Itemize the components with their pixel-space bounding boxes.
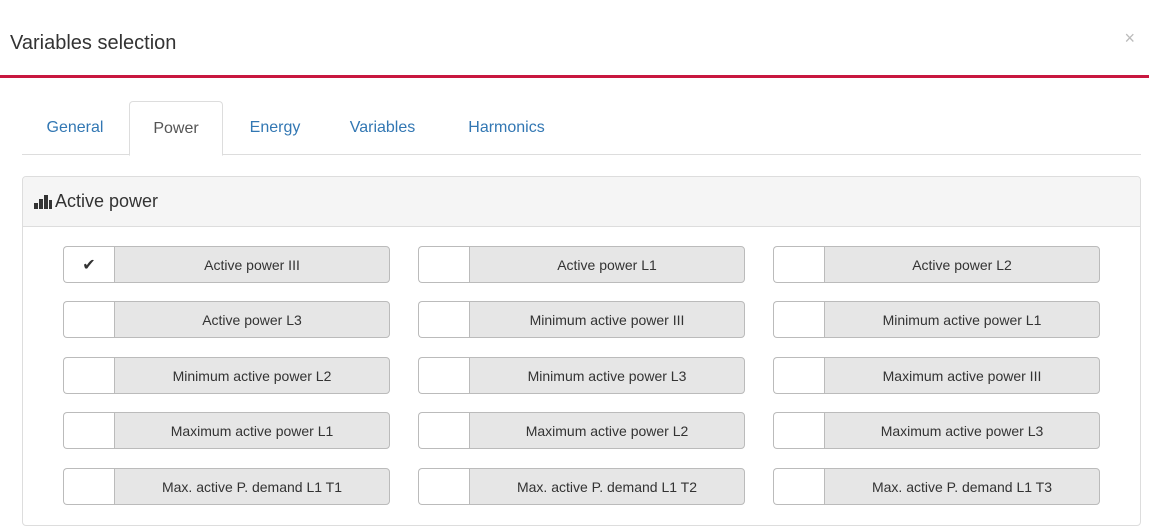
variable-label[interactable]: Max. active P. demand L1 T1 bbox=[114, 468, 390, 505]
tab-variables[interactable]: Variables bbox=[327, 101, 438, 155]
dialog-title: Variables selection bbox=[10, 32, 177, 54]
variable-label[interactable]: Minimum active power L2 bbox=[114, 357, 390, 394]
checkbox[interactable] bbox=[418, 468, 469, 505]
checkbox[interactable] bbox=[63, 412, 114, 449]
dialog-header: Variables selection × bbox=[0, 8, 1149, 78]
variable-toggle[interactable]: Minimum active power L2 bbox=[63, 357, 390, 394]
checkbox[interactable] bbox=[773, 246, 824, 283]
variable-label[interactable]: Active power L2 bbox=[824, 246, 1100, 283]
variable-label[interactable]: Maximum active power L3 bbox=[824, 412, 1100, 449]
tab-power[interactable]: Power bbox=[129, 101, 223, 156]
variable-toggle[interactable]: Max. active P. demand L1 T3 bbox=[773, 468, 1100, 505]
checkbox[interactable] bbox=[773, 357, 824, 394]
variable-toggle[interactable]: Maximum active power L2 bbox=[418, 412, 745, 449]
close-button[interactable]: × bbox=[1124, 28, 1135, 49]
checkbox[interactable] bbox=[63, 468, 114, 505]
active-power-panel: Active power ✔ Active power III Active pow… bbox=[22, 176, 1141, 526]
variable-toggle[interactable]: Max. active P. demand L1 T2 bbox=[418, 468, 745, 505]
variable-toggle[interactable]: Minimum active power L1 bbox=[773, 301, 1100, 338]
bar-chart-icon bbox=[34, 195, 52, 209]
panel-title: Active power bbox=[55, 191, 159, 211]
variable-label[interactable]: Maximum active power L2 bbox=[469, 412, 745, 449]
variable-toggle[interactable]: Minimum active power III bbox=[418, 301, 745, 338]
variable-label[interactable]: Minimum active power L3 bbox=[469, 357, 745, 394]
tab-harmonics[interactable]: Harmonics bbox=[446, 101, 567, 155]
checkbox[interactable] bbox=[63, 301, 114, 338]
variable-toggle[interactable]: Active power L2 bbox=[773, 246, 1100, 283]
variable-label[interactable]: Max. active P. demand L1 T2 bbox=[469, 468, 745, 505]
variable-toggle[interactable]: ✔ Active power III bbox=[63, 246, 390, 283]
checkbox[interactable] bbox=[773, 412, 824, 449]
variables-selection-dialog: Variables selection × General Power Ener… bbox=[0, 0, 1149, 526]
tab-energy[interactable]: Energy bbox=[224, 101, 326, 155]
variable-label[interactable]: Active power III bbox=[114, 246, 390, 283]
checkbox[interactable] bbox=[418, 301, 469, 338]
variable-toggle[interactable]: Maximum active power L3 bbox=[773, 412, 1100, 449]
variable-toggle[interactable]: Max. active P. demand L1 T1 bbox=[63, 468, 390, 505]
checkmark-icon[interactable]: ✔ bbox=[63, 246, 114, 283]
checkbox[interactable] bbox=[63, 357, 114, 394]
variable-label[interactable]: Maximum active power L1 bbox=[114, 412, 390, 449]
tab-bar: General Power Energy Variables Harmonics bbox=[22, 101, 1141, 156]
variable-toggle[interactable]: Active power L3 bbox=[63, 301, 390, 338]
checkbox[interactable] bbox=[418, 246, 469, 283]
variable-label[interactable]: Maximum active power III bbox=[824, 357, 1100, 394]
variable-label[interactable]: Minimum active power L1 bbox=[824, 301, 1100, 338]
checkbox[interactable] bbox=[418, 357, 469, 394]
panel-heading: Active power bbox=[23, 177, 1140, 227]
variable-label[interactable]: Active power L1 bbox=[469, 246, 745, 283]
variable-toggle[interactable]: Minimum active power L3 bbox=[418, 357, 745, 394]
variable-label[interactable]: Active power L3 bbox=[114, 301, 390, 338]
checkbox[interactable] bbox=[773, 301, 824, 338]
variable-toggle[interactable]: Maximum active power L1 bbox=[63, 412, 390, 449]
variable-label[interactable]: Max. active P. demand L1 T3 bbox=[824, 468, 1100, 505]
checkbox[interactable] bbox=[418, 412, 469, 449]
tab-general[interactable]: General bbox=[22, 101, 128, 155]
variable-toggle[interactable]: Active power L1 bbox=[418, 246, 745, 283]
variable-toggle[interactable]: Maximum active power III bbox=[773, 357, 1100, 394]
checkbox[interactable] bbox=[773, 468, 824, 505]
variable-label[interactable]: Minimum active power III bbox=[469, 301, 745, 338]
